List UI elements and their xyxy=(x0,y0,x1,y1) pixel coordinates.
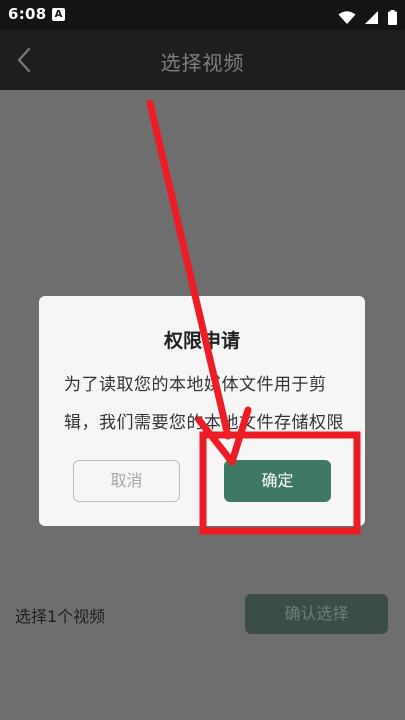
status-icons xyxy=(334,7,397,25)
notification-icon: A xyxy=(52,8,65,21)
page-title: 选择视频 xyxy=(160,51,245,75)
selection-count: 选择1个视频 xyxy=(15,607,106,626)
confirm-button[interactable]: 确定 xyxy=(224,460,331,502)
wifi-icon xyxy=(338,11,356,24)
battery-icon xyxy=(388,10,397,25)
dialog-message: 为了读取您的本地媒体文件用于剪 辑，我们需要您的本地文件存储权限 xyxy=(64,366,356,442)
status-time: 6:08 xyxy=(8,5,47,23)
dialog-message-line: 辑，我们需要您的本地文件存储权限 xyxy=(64,413,344,433)
signal-icon xyxy=(364,11,378,24)
dialog-title: 权限申请 xyxy=(163,330,240,352)
confirm-selection-button[interactable]: 确认选择 xyxy=(245,594,388,634)
status-bar: 6:08 A xyxy=(0,0,405,30)
dialog-message-line: 为了读取您的本地媒体文件用于剪 xyxy=(64,375,327,395)
cancel-button[interactable]: 取消 xyxy=(73,460,180,502)
navbar: 选择视频 xyxy=(0,30,405,90)
permission-dialog: 权限申请 为了读取您的本地媒体文件用于剪 辑，我们需要您的本地文件存储权限 取消… xyxy=(39,296,365,526)
